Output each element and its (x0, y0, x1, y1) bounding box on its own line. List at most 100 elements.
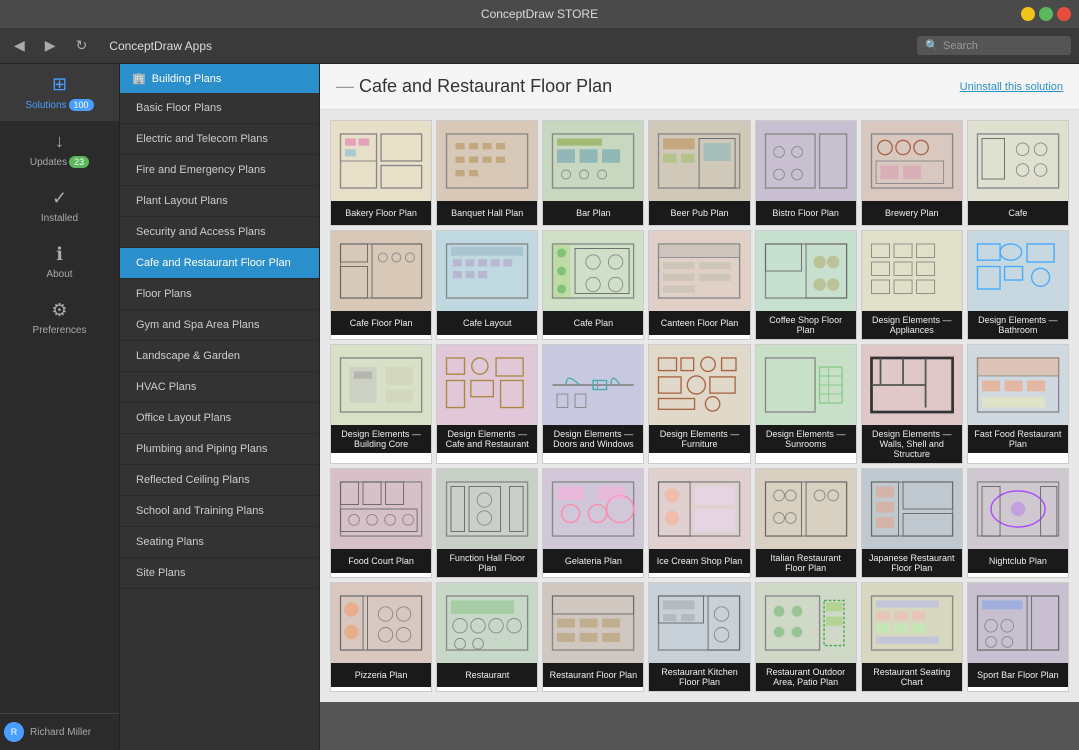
nav-item-8[interactable]: Landscape & Garden (120, 341, 319, 372)
nav-item-15[interactable]: Site Plans (120, 558, 319, 589)
nav-item-7[interactable]: Gym and Spa Area Plans (120, 310, 319, 341)
grid-item-label: Design Elements — Cafe and Restaurant (437, 425, 537, 453)
solutions-icon: ⊞ (52, 74, 67, 95)
sidebar-item-solutions[interactable]: ⊞Solutions100 (0, 64, 119, 121)
grid-item-label: Restaurant Floor Plan (543, 663, 643, 687)
grid-item[interactable]: Food Court Plan (330, 468, 432, 578)
grid-item-label: Design Elements — Appliances (862, 311, 962, 339)
back-button[interactable]: ◀ (8, 33, 31, 58)
grid-item[interactable]: Cafe Plan (542, 230, 644, 340)
nav-item-9[interactable]: HVAC Plans (120, 372, 319, 403)
grid-item-thumbnail (543, 121, 643, 201)
minimize-button[interactable] (1021, 7, 1035, 21)
grid-item-thumbnail (756, 583, 856, 663)
nav-item-14[interactable]: Seating Plans (120, 527, 319, 558)
grid-item[interactable]: Fast Food Restaurant Plan (967, 344, 1069, 464)
grid-item-label: Restaurant Kitchen Floor Plan (649, 663, 749, 691)
grid-item-label: Cafe Layout (437, 311, 537, 335)
nav-header-icon: 🏢 (132, 72, 146, 85)
grid-item-thumbnail (968, 583, 1068, 663)
grid-item-label: Cafe (968, 201, 1068, 225)
grid-item[interactable]: Restaurant (436, 582, 538, 692)
grid-item[interactable]: Gelateria Plan (542, 468, 644, 578)
avatar: R (4, 722, 24, 742)
grid-item[interactable]: Function Hall Floor Plan (436, 468, 538, 578)
grid-item[interactable]: Restaurant Kitchen Floor Plan (648, 582, 750, 692)
close-button[interactable] (1057, 7, 1071, 21)
grid-item-label: Restaurant Outdoor Area, Patio Plan (756, 663, 856, 691)
content-area[interactable]: — Cafe and Restaurant Floor Plan Uninsta… (320, 64, 1079, 750)
grid-item[interactable]: Cafe (967, 120, 1069, 226)
grid-item-label: Cafe Floor Plan (331, 311, 431, 335)
nav-item-0[interactable]: Basic Floor Plans (120, 93, 319, 124)
forward-button[interactable]: ▶ (39, 33, 62, 58)
grid-item[interactable]: Restaurant Outdoor Area, Patio Plan (755, 582, 857, 692)
page-title: — Cafe and Restaurant Floor Plan (336, 76, 612, 97)
grid-item-label: Sport Bar Floor Plan (968, 663, 1068, 687)
grid-item-thumbnail (331, 469, 431, 549)
grid-item[interactable]: Cafe Layout (436, 230, 538, 340)
nav-item-10[interactable]: Office Layout Plans (120, 403, 319, 434)
grid-item[interactable]: Canteen Floor Plan (648, 230, 750, 340)
sidebar-item-about[interactable]: ℹAbout (0, 234, 119, 290)
grid-item-label: Fast Food Restaurant Plan (968, 425, 1068, 453)
nav-item-3[interactable]: Plant Layout Plans (120, 186, 319, 217)
grid-item[interactable]: Design Elements — Sunrooms (755, 344, 857, 464)
grid-item[interactable]: Restaurant Floor Plan (542, 582, 644, 692)
grid-item-thumbnail (756, 231, 856, 311)
grid-item-thumbnail (543, 231, 643, 311)
nav-item-6[interactable]: Floor Plans (120, 279, 319, 310)
grid-item[interactable]: Banquet Hall Plan (436, 120, 538, 226)
grid-item[interactable]: Japanese Restaurant Floor Plan (861, 468, 963, 578)
grid-item-label: Bakery Floor Plan (331, 201, 431, 225)
grid-item[interactable]: Ice Cream Shop Plan (648, 468, 750, 578)
maximize-button[interactable] (1039, 7, 1053, 21)
grid-item[interactable]: Design Elements — Doors and Windows (542, 344, 644, 464)
grid-item[interactable]: Pizzeria Plan (330, 582, 432, 692)
grid-item[interactable]: Beer Pub Plan (648, 120, 750, 226)
search-input[interactable] (943, 40, 1063, 52)
nav-header-title: Building Plans (152, 73, 222, 85)
grid-item[interactable]: Design Elements — Cafe and Restaurant (436, 344, 538, 464)
grid-item[interactable]: Brewery Plan (861, 120, 963, 226)
sidebar-item-updates[interactable]: ↓Updates23 (0, 121, 119, 178)
grid-item-label: Restaurant (437, 663, 537, 687)
nav-item-11[interactable]: Plumbing and Piping Plans (120, 434, 319, 465)
grid-item[interactable]: Restaurant Seating Chart (861, 582, 963, 692)
badge-updates: 23 (69, 156, 89, 168)
sidebar-item-installed[interactable]: ✓Installed (0, 178, 119, 234)
grid-item[interactable]: Bistro Floor Plan (755, 120, 857, 226)
search-box: 🔍 (917, 36, 1071, 55)
grid-item[interactable]: Design Elements — Walls, Shell and Struc… (861, 344, 963, 464)
grid-item[interactable]: Coffee Shop Floor Plan (755, 230, 857, 340)
grid-item[interactable]: Design Elements — Building Core (330, 344, 432, 464)
sidebar-item-preferences[interactable]: ⚙Preferences (0, 290, 119, 346)
nav-item-1[interactable]: Electric and Telecom Plans (120, 124, 319, 155)
grid-item[interactable]: Nightclub Plan (967, 468, 1069, 578)
nav-item-13[interactable]: School and Training Plans (120, 496, 319, 527)
grid-item[interactable]: Design Elements — Appliances (861, 230, 963, 340)
updates-icon: ↓ (55, 131, 64, 152)
grid-item[interactable]: Cafe Floor Plan (330, 230, 432, 340)
refresh-button[interactable]: ↻ (70, 33, 94, 58)
grid-item[interactable]: Bar Plan (542, 120, 644, 226)
grid-item-label: Design Elements — Building Core (331, 425, 431, 453)
grid-item-label: Gelateria Plan (543, 549, 643, 573)
grid-item[interactable]: Design Elements — Bathroom (967, 230, 1069, 340)
grid-item-label: Design Elements — Walls, Shell and Struc… (862, 425, 962, 463)
nav-item-4[interactable]: Security and Access Plans (120, 217, 319, 248)
grid-item-thumbnail (543, 469, 643, 549)
grid-item[interactable]: Design Elements — Furniture (648, 344, 750, 464)
grid: Bakery Floor Plan Banquet Hall Plan Bar … (330, 120, 1069, 692)
grid-item[interactable]: Sport Bar Floor Plan (967, 582, 1069, 692)
grid-item-thumbnail (437, 121, 537, 201)
grid-item-thumbnail (331, 231, 431, 311)
nav-item-12[interactable]: Reflected Ceiling Plans (120, 465, 319, 496)
grid-item-thumbnail (649, 231, 749, 311)
grid-item[interactable]: Italian Restaurant Floor Plan (755, 468, 857, 578)
nav-item-2[interactable]: Fire and Emergency Plans (120, 155, 319, 186)
grid-item[interactable]: Bakery Floor Plan (330, 120, 432, 226)
uninstall-link[interactable]: Uninstall this solution (960, 81, 1063, 93)
nav-item-5[interactable]: Cafe and Restaurant Floor Plan (120, 248, 319, 279)
grid-item-thumbnail (968, 121, 1068, 201)
